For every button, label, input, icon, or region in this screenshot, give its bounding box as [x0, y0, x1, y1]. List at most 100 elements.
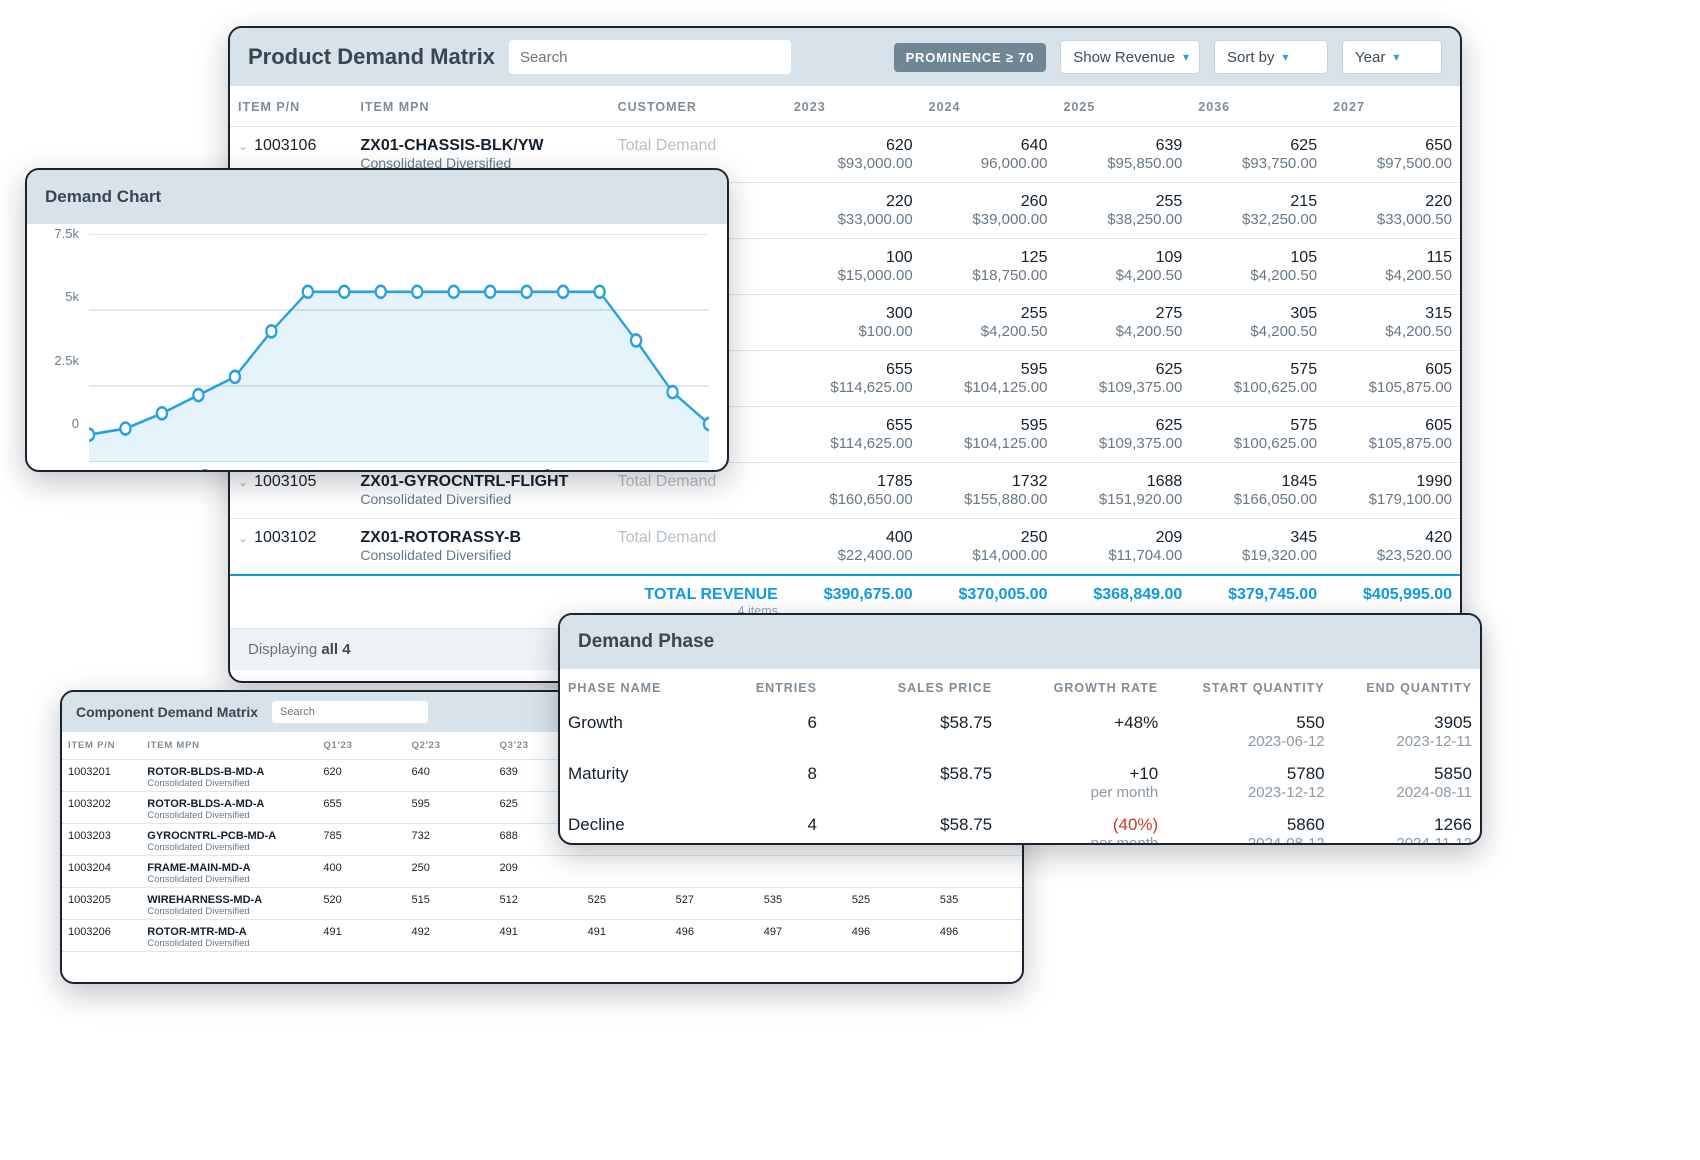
col-header[interactable]: Q1'23	[317, 732, 405, 760]
qty-value: 315	[1333, 305, 1452, 323]
phase-rate: +48%	[1000, 705, 1166, 756]
col-header[interactable]: 2036	[1190, 86, 1325, 127]
revenue-value: $100.00	[794, 323, 913, 340]
col-header[interactable]: ITEM P/N	[230, 86, 352, 127]
qty-value: 785	[317, 824, 405, 856]
qty-value: 575	[1198, 361, 1317, 379]
show-revenue-dropdown[interactable]: Show Revenue ▾	[1060, 40, 1200, 74]
qty-value: 275	[1063, 305, 1182, 323]
qty-value: 732	[405, 824, 493, 856]
y-tick-label: 5k	[65, 289, 79, 304]
pdm-search-input[interactable]	[509, 40, 791, 74]
col-header: END QUANTITY	[1333, 669, 1480, 705]
revenue-value: $160,650.00	[794, 491, 913, 508]
qty-value: 525	[582, 888, 670, 920]
year-dropdown[interactable]: Year ▾	[1342, 40, 1442, 74]
phase-row[interactable]: Maturity8$58.75+10per month57802023-12-1…	[560, 756, 1480, 807]
col-header[interactable]: 2023	[786, 86, 921, 127]
phase-entries: 8	[716, 756, 825, 807]
revenue-value: $109,375.00	[1063, 379, 1182, 396]
qty-value: 300	[794, 305, 913, 323]
revenue-value: $179,100.00	[1333, 491, 1452, 508]
col-header[interactable]: CUSTOMER	[610, 86, 786, 127]
col-header[interactable]: 2027	[1325, 86, 1460, 127]
qty-value	[758, 856, 846, 888]
qty-value: 515	[405, 888, 493, 920]
qty-value: 109	[1063, 249, 1182, 267]
revenue-value: $33,000.00	[794, 211, 913, 228]
col-header[interactable]: ITEM P/N	[62, 732, 141, 760]
revenue-value: $95,850.00	[1063, 155, 1182, 172]
table-row[interactable]: ⌄1003102ZX01-ROTORASSY-BConsolidated Div…	[230, 519, 1460, 576]
revenue-value: 96,000.00	[929, 155, 1048, 172]
qty-value: 640	[929, 137, 1048, 155]
qty-value: 605	[1333, 417, 1452, 435]
qty-value: 525	[846, 888, 934, 920]
revenue-value: $11,704.00	[1063, 547, 1182, 564]
dd-label: Sort by	[1227, 49, 1275, 66]
qty-value: 496	[934, 920, 1022, 952]
revenue-value: $166,050.00	[1198, 491, 1317, 508]
phase-start: 58602024-08-12	[1166, 807, 1332, 845]
qty-value: 420	[1333, 529, 1452, 547]
revenue-value: $39,000.00	[929, 211, 1048, 228]
phase-end: 12662024-11-12	[1333, 807, 1480, 845]
table-row[interactable]: 1003206ROTOR-MTR-MD-AConsolidated Divers…	[62, 920, 1022, 952]
phase-entries: 4	[716, 807, 825, 845]
table-row[interactable]: 1003205WIREHARNESS-MD-AConsolidated Dive…	[62, 888, 1022, 920]
revenue-value: $14,000.00	[929, 547, 1048, 564]
col-header: START QUANTITY	[1166, 669, 1332, 705]
col-header[interactable]: ITEM MPN	[352, 86, 609, 127]
qty-value: 1845	[1198, 473, 1317, 491]
phase-end: 58502024-08-11	[1333, 756, 1480, 807]
qty-value: 1990	[1333, 473, 1452, 491]
phase-row[interactable]: Decline4$58.75(40%)per month58602024-08-…	[560, 807, 1480, 845]
qty-value: 535	[934, 888, 1022, 920]
sort-by-dropdown[interactable]: Sort by ▾	[1214, 40, 1328, 74]
chevron-down-icon[interactable]: ⌄	[238, 531, 248, 545]
revenue-value: $105,875.00	[1333, 379, 1452, 396]
cdm-search-input[interactable]	[272, 701, 428, 723]
table-row[interactable]: 1003204FRAME-MAIN-MD-AConsolidated Diver…	[62, 856, 1022, 888]
revenue-value: $38,250.00	[1063, 211, 1182, 228]
qty-value: 492	[405, 920, 493, 952]
item-pn: 1003206	[62, 920, 141, 952]
qty-value: 305	[1198, 305, 1317, 323]
footer-text: Displaying	[248, 641, 321, 658]
col-header[interactable]: 2024	[921, 86, 1056, 127]
item-pn: 1003203	[62, 824, 141, 856]
revenue-value: $23,520.00	[1333, 547, 1452, 564]
qty-value: 527	[670, 888, 758, 920]
phase-end: 39052023-12-11	[1333, 705, 1480, 756]
qty-value: 250	[405, 856, 493, 888]
revenue-value: $32,250.00	[1198, 211, 1317, 228]
qty-value: 595	[405, 792, 493, 824]
col-header[interactable]: Q2'23	[405, 732, 493, 760]
x-tick-label: Sep2023	[201, 466, 202, 472]
qty-value: 512	[494, 888, 582, 920]
chevron-down-icon[interactable]: ⌄	[238, 139, 248, 153]
y-tick-label: 0	[72, 416, 79, 431]
revenue-value: $100,625.00	[1198, 435, 1317, 452]
qty-value: 220	[1333, 193, 1452, 211]
col-header: GROWTH RATE	[1000, 669, 1166, 705]
revenue-value: $4,200.50	[1198, 323, 1317, 340]
revenue-value: $19,320.00	[1198, 547, 1317, 564]
col-header[interactable]: ITEM MPN	[141, 732, 317, 760]
revenue-value: $4,200.50	[1063, 323, 1182, 340]
revenue-value: $97,500.00	[1333, 155, 1452, 172]
qty-value: 605	[1333, 361, 1452, 379]
qty-value: 655	[794, 417, 913, 435]
y-tick-label: 7.5k	[54, 226, 79, 241]
total-label: TOTAL REVENUE	[645, 586, 778, 603]
col-header[interactable]: 2025	[1055, 86, 1190, 127]
prominence-badge[interactable]: PROMINENCE ≥ 70	[894, 43, 1047, 72]
qty-value: 535	[758, 888, 846, 920]
revenue-value: $93,750.00	[1198, 155, 1317, 172]
demand-chart-panel: Demand Chart 02.5k5k7.5k Sep2023Jan2024M…	[25, 168, 729, 472]
chevron-down-icon[interactable]: ⌄	[238, 475, 248, 489]
qty-value: 520	[317, 888, 405, 920]
qty-value: 1785	[794, 473, 913, 491]
phase-row[interactable]: Growth6$58.75+48%5502023-06-1239052023-1…	[560, 705, 1480, 756]
qty-value: 491	[582, 920, 670, 952]
